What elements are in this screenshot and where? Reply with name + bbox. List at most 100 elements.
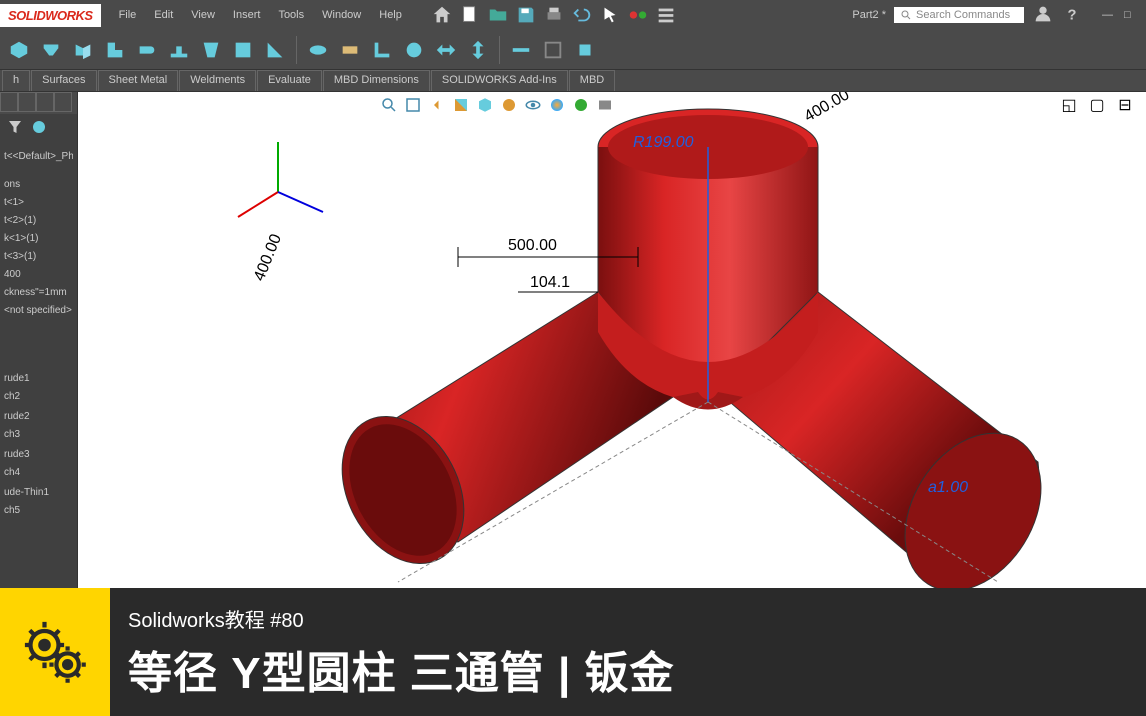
ribbon-unfold-icon[interactable] (431, 35, 461, 65)
ribbon-forming-icon[interactable] (303, 35, 333, 65)
channel-logo (0, 588, 110, 716)
ribbon-vent-icon[interactable] (399, 35, 429, 65)
render-icon[interactable] (594, 94, 616, 116)
section-icon[interactable] (450, 94, 472, 116)
app-logo: SOLIDWORKS (0, 4, 101, 27)
tree-feature[interactable]: ch5 (4, 502, 73, 520)
display-style-icon[interactable] (498, 94, 520, 116)
menu-view[interactable]: View (183, 5, 223, 25)
tree-feature[interactable]: rude3 (4, 446, 73, 464)
workspace: t<<Default>_PhotoWo... ons t<1> t<2>(1) … (0, 92, 1146, 588)
ribbon-fold-icon[interactable] (463, 35, 493, 65)
tree-item[interactable]: t<3>(1) (4, 248, 73, 266)
dimension-400b: 400.00 (251, 232, 285, 284)
tree-item[interactable]: 400 (4, 266, 73, 284)
feature-tree-panel: t<<Default>_PhotoWo... ons t<1> t<2>(1) … (0, 92, 78, 588)
hide-show-icon[interactable] (522, 94, 544, 116)
tree-feature[interactable]: ude-Thin1 (4, 484, 73, 502)
config-tab-icon[interactable] (36, 92, 54, 112)
tree-item[interactable]: t<1> (4, 194, 73, 212)
ribbon-edge-icon[interactable] (68, 35, 98, 65)
open-icon[interactable] (486, 3, 510, 27)
dim-tab-icon[interactable] (54, 92, 72, 112)
ribbon-cut-icon[interactable] (335, 35, 365, 65)
side-tabs-row2 (0, 118, 77, 142)
menu-help[interactable]: Help (371, 5, 410, 25)
tree-feature[interactable]: ch2 (4, 388, 73, 406)
corner-icon[interactable]: ⊟ (1114, 94, 1136, 116)
display-icon[interactable] (30, 118, 48, 136)
tab-features[interactable]: h (2, 70, 30, 91)
window-controls: — □ (1102, 9, 1136, 21)
tree-feature[interactable]: rude2 (4, 408, 73, 426)
tree-item[interactable]: ckness"=1mm (4, 284, 73, 302)
ribbon-sketched-icon[interactable] (196, 35, 226, 65)
ribbon-noconvert-icon[interactable] (538, 35, 568, 65)
menu-edit[interactable]: Edit (146, 5, 181, 25)
tab-weldments[interactable]: Weldments (179, 70, 256, 91)
ribbon-cross-icon[interactable] (228, 35, 258, 65)
document-name: Part2 * (852, 9, 886, 21)
minimize-button[interactable]: — (1102, 9, 1114, 21)
corner-icon[interactable]: ◱ (1058, 94, 1080, 116)
ribbon-separator (499, 36, 500, 64)
ribbon-toolbar (0, 30, 1146, 70)
tab-mbd[interactable]: MBD (569, 70, 615, 91)
tab-sheetmetal[interactable]: Sheet Metal (98, 70, 179, 91)
command-tabs: h Surfaces Sheet Metal Weldments Evaluat… (0, 70, 1146, 92)
user-icon[interactable] (1032, 3, 1054, 28)
ribbon-baseflange-icon[interactable] (4, 35, 34, 65)
ribbon-miter-icon[interactable] (100, 35, 130, 65)
new-icon[interactable] (458, 3, 482, 27)
appearance-icon[interactable] (546, 94, 568, 116)
tab-mbd-dims[interactable]: MBD Dimensions (323, 70, 430, 91)
3d-viewport[interactable]: ◱ ▢ ⊟ (78, 92, 1146, 588)
maximize-button[interactable]: □ (1124, 9, 1136, 21)
search-icon (900, 9, 912, 21)
tree-item[interactable]: t<2>(1) (4, 212, 73, 230)
view-orient-icon[interactable] (474, 94, 496, 116)
select-icon[interactable] (598, 3, 622, 27)
tree-tab-icon[interactable] (0, 92, 18, 112)
tree-config[interactable]: t<<Default>_PhotoWo... (4, 148, 73, 166)
ribbon-hem-icon[interactable] (132, 35, 162, 65)
undo-icon[interactable] (570, 3, 594, 27)
home-icon[interactable] (430, 3, 454, 27)
ribbon-insert-icon[interactable] (570, 35, 600, 65)
tree-feature[interactable]: rude1 (4, 370, 73, 388)
quick-access-toolbar (430, 3, 678, 27)
search-input[interactable]: Search Commands (894, 7, 1024, 23)
ribbon-corners-icon[interactable] (260, 35, 290, 65)
print-icon[interactable] (542, 3, 566, 27)
menu-insert[interactable]: Insert (225, 5, 269, 25)
tree-feature[interactable]: ch4 (4, 464, 73, 482)
ribbon-jog-icon[interactable] (164, 35, 194, 65)
view-corner-icons: ◱ ▢ ⊟ (1058, 94, 1136, 116)
dimension-400: 400.00 (802, 92, 853, 125)
tree-item[interactable]: k<1>(1) (4, 230, 73, 248)
menu-file[interactable]: File (111, 5, 145, 25)
ribbon-flatten-icon[interactable] (506, 35, 536, 65)
tab-addins[interactable]: SOLIDWORKS Add-Ins (431, 70, 568, 91)
video-subtitle: Solidworks教程 #80 (128, 604, 675, 633)
tab-evaluate[interactable]: Evaluate (257, 70, 322, 91)
tab-surfaces[interactable]: Surfaces (31, 70, 96, 91)
tree-feature[interactable]: ch3 (4, 426, 73, 444)
ribbon-lofted-icon[interactable] (36, 35, 66, 65)
menu-window[interactable]: Window (314, 5, 369, 25)
property-tab-icon[interactable] (18, 92, 36, 112)
options-icon[interactable] (654, 3, 678, 27)
scene-icon[interactable] (570, 94, 592, 116)
save-icon[interactable] (514, 3, 538, 27)
corner-icon[interactable]: ▢ (1086, 94, 1108, 116)
tree-item[interactable]: <not specified> (4, 302, 73, 320)
rebuild-icon[interactable] (626, 3, 650, 27)
filter-icon[interactable] (6, 118, 24, 136)
help-icon[interactable]: ? (1062, 3, 1084, 28)
menu-tools[interactable]: Tools (270, 5, 312, 25)
ribbon-corner-icon[interactable] (367, 35, 397, 65)
tree-item[interactable]: ons (4, 176, 73, 194)
prev-view-icon[interactable] (426, 94, 448, 116)
zoom-fit-icon[interactable] (378, 94, 400, 116)
zoom-area-icon[interactable] (402, 94, 424, 116)
